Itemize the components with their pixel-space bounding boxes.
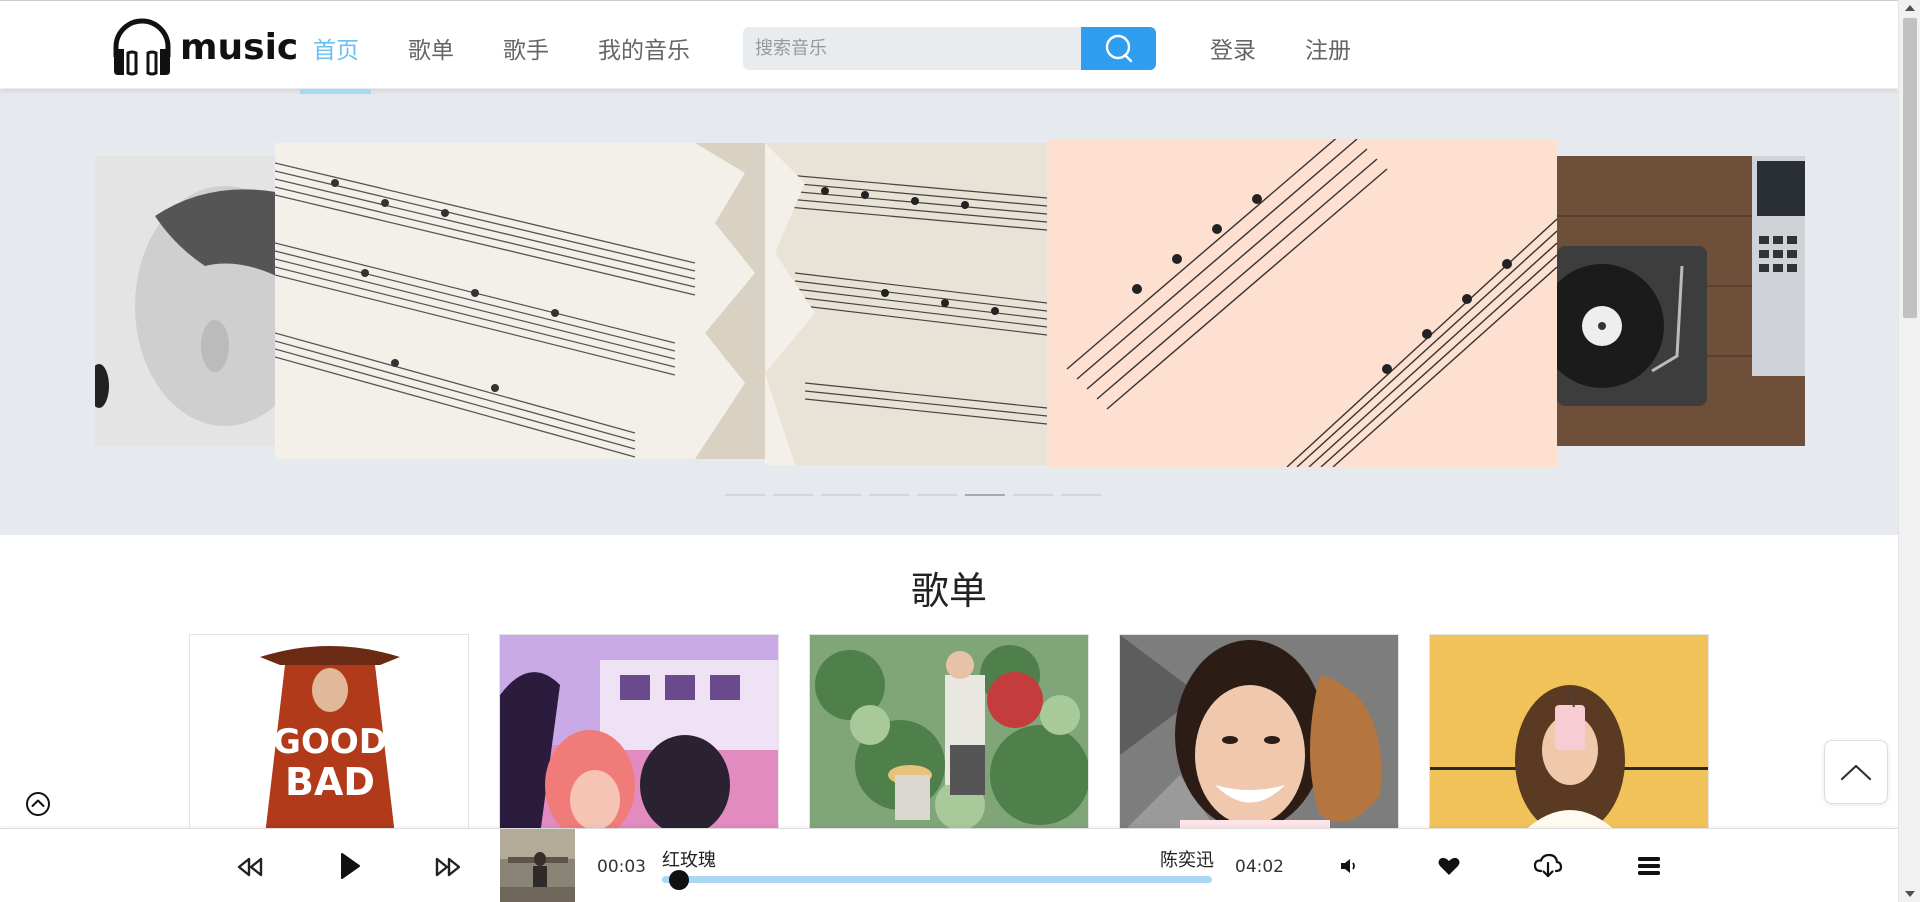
carousel-indicators [725, 494, 1101, 496]
search-button[interactable] [1081, 27, 1156, 70]
carousel-dot[interactable] [1061, 494, 1101, 496]
nav-my-music[interactable]: 我的音乐 [598, 31, 690, 65]
carousel-slide-sheet-music-peach[interactable] [1047, 139, 1557, 467]
carousel-slide-portrait[interactable] [95, 156, 295, 446]
playlist-cover-image: GOOD BAD [190, 635, 468, 833]
now-playing-cover[interactable] [500, 829, 575, 902]
playlist-card[interactable] [809, 634, 1089, 834]
banner-carousel [0, 89, 1898, 535]
app: music 首页 歌单 歌手 我的音乐 登录 注册 [0, 0, 1920, 902]
volume-icon [1341, 859, 1355, 873]
headphones-icon [113, 18, 171, 76]
playlist-cover-image [1120, 635, 1398, 833]
player-collapse-button[interactable] [24, 790, 52, 818]
turntable-image [1557, 156, 1805, 446]
brand-name: music [180, 26, 299, 68]
progress-bar[interactable] [662, 876, 1212, 883]
fast-forward-icon [435, 857, 461, 877]
play-icon [341, 853, 360, 879]
portrait-image [95, 156, 295, 446]
playlist-card[interactable] [1119, 634, 1399, 834]
search-box [743, 27, 1156, 70]
menu-icon [1638, 857, 1660, 875]
nav-home[interactable]: 首页 [313, 31, 359, 65]
carousel-dot[interactable] [869, 494, 909, 496]
nav-singers[interactable]: 歌手 [503, 31, 549, 65]
carousel-slide-turntable[interactable] [1557, 156, 1805, 446]
carousel-dot[interactable] [1013, 494, 1053, 496]
play-button[interactable] [332, 847, 368, 885]
scroll-down-arrow-icon[interactable] [1905, 891, 1915, 897]
sheet-music-image [765, 143, 1047, 465]
carousel-dot[interactable] [917, 494, 957, 496]
search-icon [1105, 34, 1132, 62]
current-time: 00:03 [597, 857, 646, 877]
sheet-music-image [1047, 139, 1557, 467]
sheet-music-image [275, 143, 765, 459]
login-link[interactable]: 登录 [1210, 31, 1256, 65]
total-time: 04:02 [1235, 857, 1284, 877]
playlist-cover-image [1430, 635, 1708, 833]
playlist-cover-image [500, 635, 778, 833]
svg-text:BAD: BAD [285, 760, 375, 804]
nav-playlists[interactable]: 歌单 [408, 31, 454, 65]
playlist-cover-image [810, 635, 1088, 833]
cloud-download-icon [1533, 853, 1563, 878]
carousel-dot-active[interactable] [965, 494, 1005, 496]
nav-active-indicator [300, 89, 371, 94]
chevron-up-icon [1840, 764, 1872, 781]
logo[interactable]: music [110, 17, 298, 77]
carousel-dot[interactable] [725, 494, 765, 496]
carousel-slide-sheet-music-1[interactable] [275, 143, 765, 459]
music-player-bar: 00:03 红玫瑰 陈奕迅 04:02 [0, 828, 1898, 902]
previous-button[interactable] [232, 849, 268, 885]
download-button[interactable] [1532, 851, 1564, 881]
volume-button[interactable] [1336, 853, 1362, 879]
like-button[interactable] [1435, 853, 1463, 879]
song-artist: 陈奕迅 [1160, 850, 1214, 871]
playlist-card[interactable] [1429, 634, 1709, 834]
carousel-dot[interactable] [821, 494, 861, 496]
circle-chevron-up-icon [26, 792, 50, 816]
album-cover-image [500, 829, 575, 902]
carousel-dot[interactable] [773, 494, 813, 496]
page-scrollbar[interactable] [1898, 0, 1920, 902]
top-header: music 首页 歌单 歌手 我的音乐 登录 注册 [0, 0, 1898, 94]
scrollbar-thumb[interactable] [1903, 18, 1917, 318]
next-button[interactable] [430, 849, 466, 885]
section-title-playlists: 歌单 [910, 569, 987, 613]
heart-icon [1438, 857, 1460, 875]
playlist-card[interactable] [499, 634, 779, 834]
search-input[interactable] [743, 27, 1081, 70]
carousel-slide-sheet-music-2[interactable] [765, 143, 1047, 465]
progress-handle[interactable] [668, 870, 689, 890]
song-title: 红玫瑰 [662, 850, 716, 871]
scroll-up-arrow-icon[interactable] [1905, 5, 1915, 11]
svg-text:GOOD: GOOD [273, 722, 387, 762]
register-link[interactable]: 注册 [1305, 31, 1351, 65]
rewind-icon [237, 857, 263, 877]
playlist-card[interactable]: GOOD BAD [189, 634, 469, 834]
playlist-menu-button[interactable] [1634, 851, 1664, 881]
back-to-top-button[interactable] [1824, 740, 1888, 804]
